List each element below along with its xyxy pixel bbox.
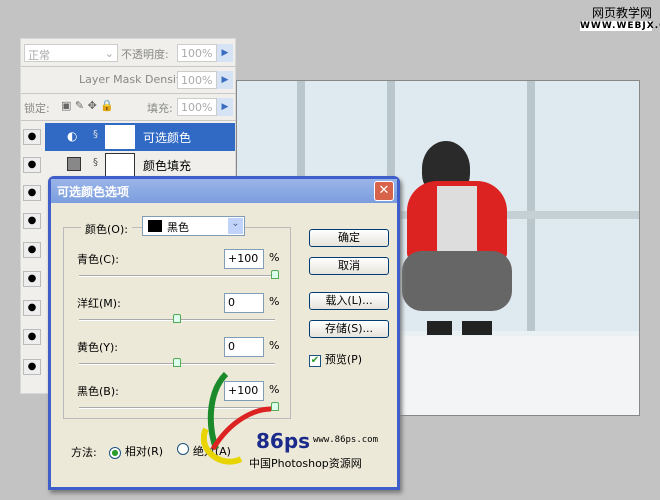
watermark-url: WWW.WEBJX.COM xyxy=(580,21,660,31)
color-value: 黑色 xyxy=(167,221,189,234)
mask-density-arrow-icon[interactable]: ▶ xyxy=(217,71,233,89)
logo-brand: 86ps xyxy=(256,429,311,453)
slider-label: 洋红(M): xyxy=(77,297,121,310)
color-label: 颜色(O): xyxy=(81,221,132,237)
slider-track[interactable] xyxy=(79,358,275,367)
eye-icon[interactable]: ● xyxy=(23,242,41,258)
save-button[interactable]: 存储(S)... xyxy=(309,320,389,338)
logo-url: www.86ps.com xyxy=(313,435,379,445)
eye-icon[interactable]: ● xyxy=(23,329,41,345)
layer-name: 颜色填充 xyxy=(143,159,192,173)
cancel-button[interactable]: 取消 xyxy=(309,257,389,275)
person-shoe xyxy=(462,321,492,335)
eye-icon[interactable]: ● xyxy=(23,157,41,173)
checkbox-checked-icon: ✔ xyxy=(309,355,321,367)
chevron-down-icon: ⌄ xyxy=(228,218,243,234)
fill-arrow-icon[interactable]: ▶ xyxy=(217,98,233,116)
eye-icon[interactable]: ● xyxy=(23,271,41,287)
slider-track[interactable] xyxy=(79,270,279,279)
person-shirt xyxy=(437,186,477,256)
mask-density-input[interactable]: 100% xyxy=(177,71,217,89)
logo-tagline: 中国Photoshop资源网 xyxy=(249,457,362,470)
opacity-arrow-icon[interactable]: ▶ xyxy=(217,44,233,62)
link-icon: § xyxy=(93,129,98,140)
person-shoe xyxy=(427,321,452,335)
opacity-input[interactable]: 100% xyxy=(177,44,217,62)
eye-icon[interactable]: ● xyxy=(23,129,41,145)
slider-label: 黑色(B): xyxy=(77,385,119,398)
selective-color-dialog: 可选颜色选项 ✕ 颜色(O): 黑色 ⌄ 青色(C): +100 % 洋红(M)… xyxy=(48,176,400,490)
blend-mode-select[interactable]: 正常 ⌄ xyxy=(24,44,118,62)
lock-row: 锁定: ▣ ✎ ✥ 🔒 填充: 100% ▶ xyxy=(21,94,237,121)
slider-value-input[interactable]: +100 xyxy=(224,249,264,269)
eye-icon[interactable]: ● xyxy=(23,185,41,201)
eye-icon[interactable]: ● xyxy=(23,359,41,375)
lock-icons[interactable]: ▣ ✎ ✥ 🔒 xyxy=(61,99,114,112)
link-icon: § xyxy=(93,157,98,168)
load-button[interactable]: 载入(L)... xyxy=(309,292,389,310)
color-swatch xyxy=(148,220,162,232)
percent-label: % xyxy=(269,295,280,308)
radio-selected-icon: ● xyxy=(109,447,121,459)
slider-label: 青色(C): xyxy=(77,253,119,266)
relative-label: 相对(R) xyxy=(124,445,164,458)
chevron-down-icon: ⌄ xyxy=(104,47,114,60)
mask-thumbnail xyxy=(105,153,135,177)
slider-group: 洋红(M): 0 % xyxy=(51,293,291,333)
mask-thumbnail xyxy=(105,125,135,149)
watermark-top: 网页教学网 WWW.WEBJX.COM xyxy=(580,4,660,31)
slider-thumb[interactable] xyxy=(271,402,279,411)
slider-track[interactable] xyxy=(79,314,275,323)
slider-group: 青色(C): +100 % xyxy=(51,249,291,289)
dialog-titlebar[interactable]: 可选颜色选项 ✕ xyxy=(51,179,397,203)
86ps-logo-swoosh xyxy=(200,369,272,469)
radio-unselected-icon xyxy=(177,443,189,455)
percent-label: % xyxy=(269,251,280,264)
person-jeans xyxy=(402,251,512,311)
close-icon[interactable]: ✕ xyxy=(374,181,394,201)
opacity-label: 不透明度: xyxy=(121,48,169,61)
slider-thumb[interactable] xyxy=(173,314,181,323)
slider-thumb[interactable] xyxy=(271,270,279,279)
layer-color-fill[interactable]: § 颜色填充 xyxy=(45,151,235,179)
preview-checkbox[interactable]: ✔ 预览(P) xyxy=(309,351,362,367)
layer-name: 可选颜色 xyxy=(143,131,192,145)
fill-swatch-icon xyxy=(67,157,81,171)
ok-button[interactable]: 确定 xyxy=(309,229,389,247)
blend-mode-value: 正常 xyxy=(28,49,50,62)
watermark-title: 网页教学网 xyxy=(591,6,652,20)
mask-density-label: Layer Mask Density xyxy=(79,73,187,86)
fill-label: 填充: xyxy=(147,102,173,115)
preview-label: 预览(P) xyxy=(324,353,363,366)
window-frame xyxy=(527,81,535,331)
lock-label: 锁定: xyxy=(24,102,50,115)
adjustment-icon: ◐ xyxy=(67,129,78,143)
method-label: 方法: xyxy=(71,446,97,459)
slider-thumb[interactable] xyxy=(173,358,181,367)
slider-label: 黄色(Y): xyxy=(77,341,119,354)
color-select[interactable]: 黑色 ⌄ xyxy=(142,216,245,236)
fill-input[interactable]: 100% xyxy=(177,98,217,116)
slider-value-input[interactable]: 0 xyxy=(224,293,264,313)
eye-icon[interactable]: ● xyxy=(23,213,41,229)
dialog-title: 可选颜色选项 xyxy=(57,185,130,199)
percent-label: % xyxy=(269,339,280,352)
slider-value-input[interactable]: 0 xyxy=(224,337,264,357)
layer-selective-color[interactable]: ◐ § 可选颜色 xyxy=(45,123,235,151)
relative-radio[interactable]: ● 相对(R) xyxy=(109,443,163,459)
mask-density-row: Layer Mask Density 100% ▶ xyxy=(21,67,237,94)
blend-row: 正常 ⌄ 不透明度: 100% ▶ xyxy=(21,39,237,67)
eye-icon[interactable]: ● xyxy=(23,300,41,316)
